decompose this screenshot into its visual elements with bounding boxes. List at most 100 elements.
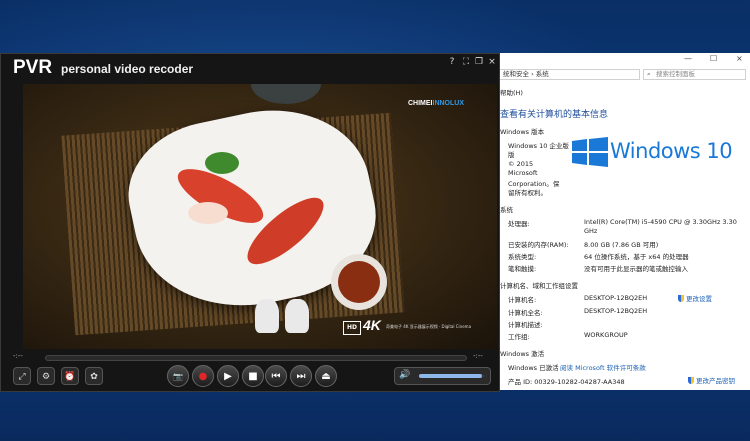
section-title: Windows 激活 [500, 350, 545, 358]
brand-prefix: CHIMEI [408, 100, 433, 107]
camera-icon: 📷 [173, 372, 183, 381]
processor-value: Intel(R) Core(TM) i5-4590 CPU @ 3.30GHz … [584, 218, 737, 226]
processor-value-line2: GHz [584, 227, 598, 235]
brand-suffix: INNOLUX [432, 100, 465, 107]
video-scene-shakers [255, 299, 325, 339]
close-button[interactable]: × [736, 54, 743, 63]
app-title: PVR [13, 57, 53, 78]
pen-touch-label: 笔和触摸: [508, 265, 537, 273]
skip-back-icon: ⏮ [271, 371, 281, 382]
change-product-key-link[interactable]: 更改产品密钥 [688, 375, 735, 385]
4k-badge: 4K [363, 317, 381, 333]
close-button[interactable]: × [486, 56, 498, 68]
snapshot-button[interactable]: 📷 [167, 365, 189, 387]
brand-watermark: CHIMEIINNOLUX [408, 100, 464, 107]
stop-icon: ■ [248, 371, 258, 382]
edition-name: Windows 10 企业版 [508, 142, 569, 150]
copyright: © 2015 [508, 160, 534, 168]
address-bar[interactable]: 统和安全 › 系统 [498, 69, 640, 80]
help-button[interactable]: ? [446, 56, 458, 68]
section-title: Windows 版本 [500, 128, 545, 136]
restore-button[interactable]: ❐ [473, 56, 485, 68]
windows-logo-icon [572, 137, 608, 167]
video-scene-lobster-meat [188, 202, 228, 224]
activation-status: Windows 已激活 [508, 364, 559, 372]
company: Microsoft [508, 169, 538, 177]
capture-icon: ⤢ [18, 372, 26, 382]
product-id: 产品 ID: 00329-10282-04287-AA348 [508, 378, 625, 386]
computer-name-value: DESKTOP-12BQ2EH [584, 294, 648, 302]
gear-icon: ⚙ [41, 372, 51, 382]
system-window-titlebar: — ☐ × [498, 53, 750, 66]
schedule-button[interactable]: ⏰ [61, 367, 79, 385]
eject-icon: ⏏ [321, 371, 331, 382]
fullscreen-button[interactable]: ⛶ [460, 56, 472, 68]
search-placeholder: 搜索控制面板 [656, 70, 695, 78]
full-name-value: DESKTOP-12BQ2EH [584, 307, 648, 315]
change-product-key-label: 更改产品密钥 [696, 377, 735, 385]
previous-button[interactable]: ⏮ [265, 365, 287, 387]
effects-button[interactable]: ✿ [85, 367, 103, 385]
play-button[interactable]: ▶ [217, 365, 239, 387]
activation-section: Windows 激活 [500, 348, 544, 358]
record-icon: ● [198, 371, 208, 382]
eject-button[interactable]: ⏏ [315, 365, 337, 387]
play-icon: ▶ [224, 371, 232, 382]
maximize-button[interactable]: ☐ [710, 54, 717, 63]
search-icon: ⌕ [647, 70, 651, 78]
video-scene-broccoli [205, 152, 239, 174]
system-type-value: 64 位操作系统，基于 x64 的处理器 [584, 253, 689, 261]
app-subtitle: personal video recoder [61, 62, 194, 76]
search-input[interactable]: ⌕ 搜索控制面板 [643, 69, 746, 80]
system-type-label: 系统类型: [508, 253, 537, 261]
skip-forward-icon: ⏭ [296, 371, 306, 382]
speaker-icon[interactable]: 🔊 [399, 370, 410, 380]
seek-slider[interactable] [45, 355, 467, 361]
hd-badge: HD [343, 321, 361, 335]
section-title: 系统 [500, 206, 513, 214]
workgroup-value: WORKGROUP [584, 331, 628, 339]
change-settings-link[interactable]: 更改设置 [678, 293, 712, 303]
stop-button[interactable]: ■ [242, 365, 264, 387]
time-total: -:-- [473, 352, 483, 360]
change-settings-label: 更改设置 [686, 295, 712, 303]
page-title: 查看有关计算机的基本信息 [500, 110, 609, 120]
license-terms-link[interactable]: 阅读 Microsoft 软件许可条款 [560, 362, 646, 372]
windows-logo-text: Windows 10 [610, 139, 733, 163]
video-scene-sauce-dish [331, 254, 387, 310]
ram-label: 已安装的内存(RAM): [508, 241, 569, 249]
volume-control: 🔊 [394, 367, 491, 385]
help-menu[interactable]: 帮助(H) [500, 87, 523, 97]
pen-touch-value: 没有可用于此显示器的笔或触控输入 [584, 265, 688, 273]
seek-bar-row: -:-- -:-- [11, 352, 495, 361]
computer-name-label: 计算机名: [508, 296, 537, 304]
full-name-label: 计算机全名: [508, 309, 543, 317]
alarm-clock-icon: ⏰ [64, 372, 76, 382]
flower-icon: ✿ [90, 372, 98, 382]
computer-name-section: 计算机名、域和工作组设置 [500, 280, 578, 290]
video-scene-bowl [251, 84, 321, 104]
processor-label: 处理器: [508, 220, 530, 228]
next-button[interactable]: ⏭ [290, 365, 312, 387]
description-label: 计算机描述: [508, 321, 543, 329]
system-section: 系统 [500, 204, 513, 214]
edition-name-line2: 版 [508, 151, 515, 159]
shield-icon [678, 295, 684, 302]
record-button[interactable]: ● [192, 365, 214, 387]
workgroup-label: 工作组: [508, 333, 530, 341]
shield-icon [688, 377, 694, 384]
system-info-window: — ☐ × 统和安全 › 系统 ⌕ 搜索控制面板 帮助(H) 查看有关计算机的基… [498, 53, 750, 390]
windows-edition-section: Windows 版本 [500, 126, 544, 136]
time-current: -:-- [13, 352, 23, 360]
pvr-player-window: PVR personal video recoder ? ⛶ ❐ × CHIME… [0, 53, 500, 392]
video-display[interactable]: CHIMEIINNOLUX HD 4K 奇美电子 4K 显示器展示视频 · Di… [23, 84, 497, 349]
section-title: 计算机名、域和工作组设置 [500, 282, 578, 290]
minimize-button[interactable]: — [684, 54, 692, 63]
video-caption: 奇美电子 4K 显示器展示视频 · Digital Cinema [386, 324, 472, 329]
volume-slider[interactable] [419, 374, 485, 378]
volume-level [419, 374, 482, 378]
capture-mode-button[interactable]: ⤢ [13, 367, 31, 385]
rights: 留所有权利。 [508, 189, 547, 197]
ram-value: 8.00 GB (7.86 GB 可用) [584, 241, 659, 249]
settings-button[interactable]: ⚙ [37, 367, 55, 385]
